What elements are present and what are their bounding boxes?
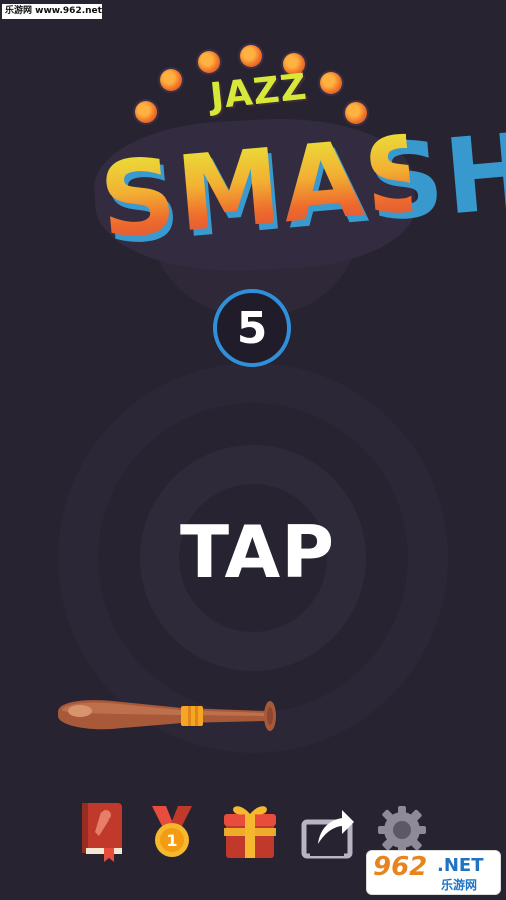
share-icon[interactable] — [298, 800, 358, 862]
logo-smash-text: SMASH — [95, 103, 506, 263]
tap-prompt[interactable]: TAP — [180, 510, 334, 594]
bat-graphic — [58, 700, 276, 731]
score-value: 5 — [236, 302, 268, 354]
badge-chinese: 乐游网 — [441, 878, 478, 892]
book-icon[interactable] — [73, 800, 133, 862]
orb-decoration — [320, 72, 342, 94]
watermark-badge: 962 .NET 乐游网 — [366, 850, 501, 895]
medal-icon[interactable]: 1 — [142, 800, 202, 862]
baseball-bat — [52, 690, 282, 740]
gift-icon[interactable] — [220, 800, 280, 862]
logo-jazz-text: JAZZ — [208, 66, 310, 118]
badge-number: 962 — [373, 852, 428, 882]
orb-decoration — [135, 101, 157, 123]
orb-decoration — [160, 69, 182, 91]
svg-text:1: 1 — [166, 831, 177, 850]
orb-decoration — [198, 51, 220, 73]
orb-decoration — [240, 45, 262, 67]
watermark-label: 乐游网 www.962.net — [2, 4, 102, 19]
score-counter: 5 — [213, 289, 291, 367]
badge-suffix: .NET — [437, 855, 484, 876]
